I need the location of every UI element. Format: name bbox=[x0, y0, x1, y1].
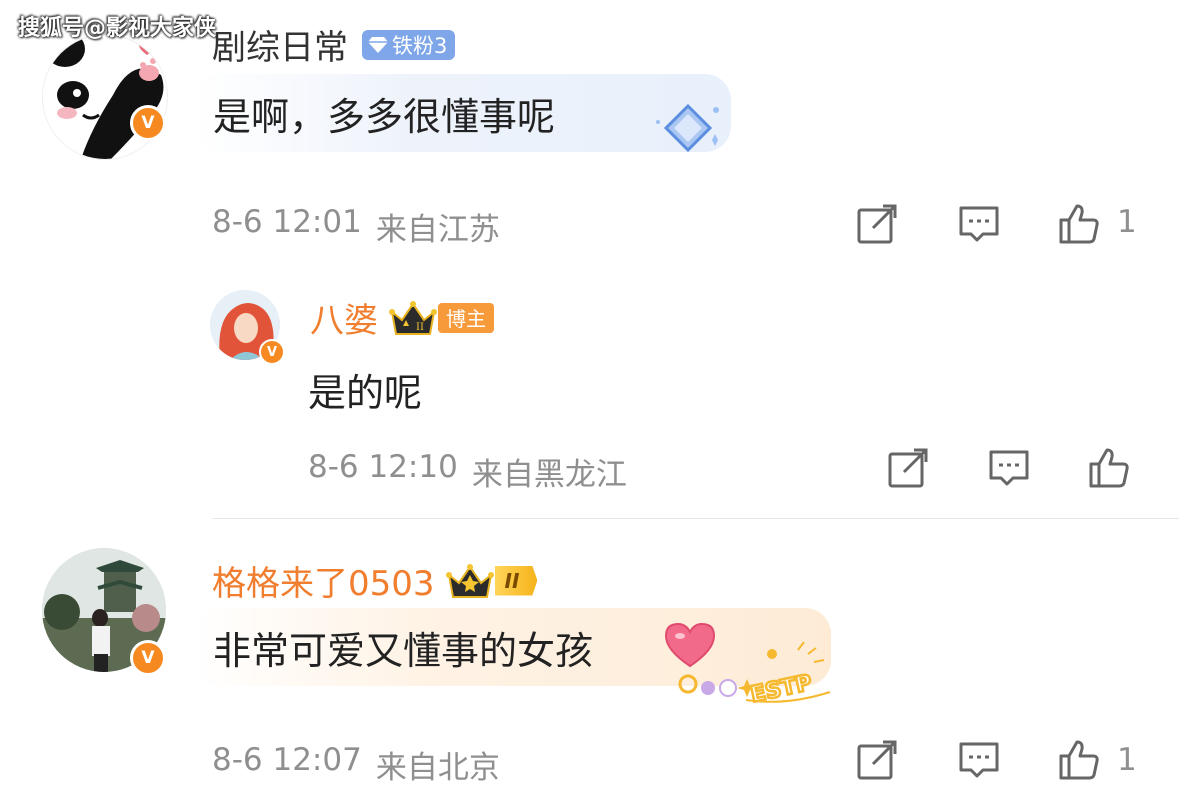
comment-button[interactable] bbox=[957, 738, 1001, 782]
level-badge: II bbox=[494, 565, 538, 596]
thumbs-up-icon bbox=[1089, 448, 1129, 488]
comment-icon bbox=[959, 206, 999, 242]
location: 来自黑龙江 bbox=[471, 457, 627, 493]
share-icon bbox=[888, 448, 928, 488]
host-badge-group[interactable]: II 博主 bbox=[388, 298, 494, 338]
comment-meta: 8-6 12:10 来自黑龙江 bbox=[308, 449, 627, 494]
share-button[interactable] bbox=[855, 202, 899, 246]
comment-text: 是啊，多多很懂事呢 bbox=[213, 94, 556, 139]
verified-icon: V bbox=[130, 640, 166, 676]
like-count: 1 bbox=[1117, 204, 1137, 240]
comment-text[interactable]: 是的呢 bbox=[308, 362, 422, 417]
crown-icon: II bbox=[389, 300, 437, 335]
like-button[interactable] bbox=[1057, 738, 1101, 782]
diamond-sticker-icon bbox=[650, 100, 726, 166]
username[interactable]: 格格来了0503 bbox=[212, 556, 435, 605]
timestamp: 8-6 12:10 bbox=[308, 449, 458, 485]
level-badge-group[interactable]: II bbox=[445, 561, 538, 601]
comment-header: 剧综日常 铁粉3 bbox=[212, 20, 456, 69]
estp-sticker-icon: ESTP bbox=[668, 640, 833, 710]
share-button[interactable] bbox=[855, 738, 899, 782]
diamond-icon bbox=[368, 36, 388, 53]
divider bbox=[212, 518, 1179, 519]
comment-meta: 8-6 12:01 来自江苏 bbox=[212, 204, 500, 249]
comment-button[interactable] bbox=[957, 202, 1001, 246]
comment-text: 非常可爱又懂事的女孩 bbox=[213, 628, 594, 673]
crown-icon bbox=[445, 563, 494, 598]
like-count: 1 bbox=[1117, 742, 1137, 778]
thumbs-up-icon bbox=[1059, 204, 1099, 244]
fan-badge-label: 铁粉3 bbox=[392, 33, 448, 58]
fan-badge[interactable]: 铁粉3 bbox=[362, 29, 456, 60]
avatar[interactable] bbox=[42, 34, 168, 160]
location: 来自江苏 bbox=[375, 212, 500, 248]
like-button[interactable] bbox=[1057, 202, 1101, 246]
watermark: 搜狐号@影视大家侠 bbox=[18, 16, 217, 41]
like-button[interactable] bbox=[1087, 446, 1131, 490]
location: 来自北京 bbox=[375, 750, 500, 786]
verified-icon: V bbox=[130, 105, 166, 141]
comment-button[interactable] bbox=[987, 446, 1031, 490]
timestamp: 8-6 12:07 bbox=[212, 742, 362, 778]
comment-icon bbox=[989, 450, 1029, 486]
comment-icon bbox=[959, 742, 999, 778]
thumbs-up-icon bbox=[1059, 740, 1099, 780]
comment-meta: 8-6 12:07 来自北京 bbox=[212, 742, 500, 787]
share-icon bbox=[857, 204, 897, 244]
username[interactable]: 剧综日常 bbox=[212, 20, 348, 69]
verified-icon: V bbox=[259, 339, 285, 365]
comment-header: 八婆 II 博主 bbox=[310, 293, 494, 342]
share-icon bbox=[857, 740, 897, 780]
crown-level: II bbox=[416, 322, 424, 333]
username[interactable]: 八婆 bbox=[310, 293, 378, 342]
share-button[interactable] bbox=[886, 446, 930, 490]
timestamp: 8-6 12:01 bbox=[212, 204, 362, 240]
comment-header: 格格来了0503 II bbox=[212, 556, 538, 605]
host-badge: 博主 bbox=[438, 302, 494, 333]
